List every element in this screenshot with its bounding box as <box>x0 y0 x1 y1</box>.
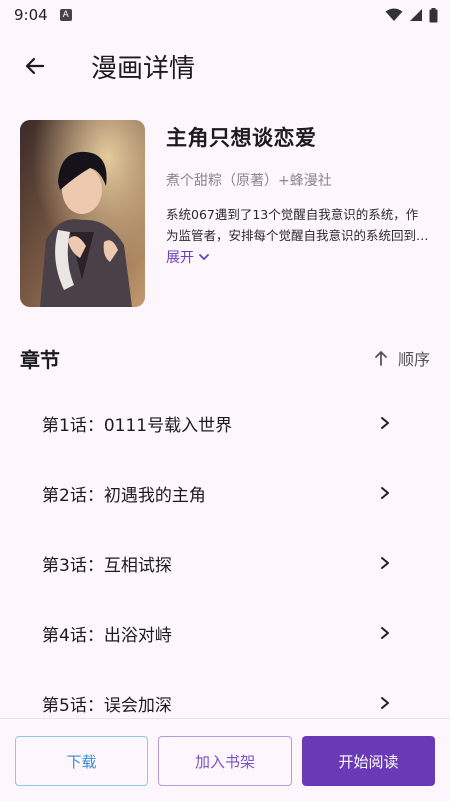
chevron-right-icon <box>381 487 389 499</box>
chapter-label: 第5话：误会加深 <box>42 695 172 716</box>
status-time: 9:04 <box>14 6 48 24</box>
chapter-item[interactable]: 第4话：出浴对峙 <box>0 598 450 668</box>
chevron-down-icon <box>199 254 209 260</box>
chevron-right-icon <box>381 417 389 429</box>
download-button[interactable]: 下载 <box>15 736 148 786</box>
chapter-item[interactable]: 第1话：0111号载入世界 <box>0 388 450 458</box>
chapter-list: 第1话：0111号载入世界 第2话：初遇我的主角 第3话：互相试探 第4话：出浴… <box>0 388 450 738</box>
comic-description: 系统067遇到了13个觉醒自我意识的系统，作为监管者，安排每个觉醒自我意识的系统… <box>166 207 429 243</box>
add-to-shelf-button[interactable]: 加入书架 <box>158 736 292 786</box>
chapter-label: 第1话：0111号载入世界 <box>42 415 233 436</box>
expand-button[interactable]: 展开 <box>166 247 210 267</box>
expand-label: 展开 <box>166 250 194 266</box>
chevron-right-icon <box>381 557 389 569</box>
status-bar: 9:04 A <box>0 0 450 30</box>
page-title: 漫画详情 <box>91 53 196 84</box>
add-to-shelf-label: 加入书架 <box>194 752 255 771</box>
comic-cover-image <box>20 120 145 307</box>
app-bar: 漫画详情 <box>0 36 450 96</box>
signal-icon <box>410 9 422 21</box>
chapter-label: 第2话：初遇我的主角 <box>42 485 206 506</box>
chevron-right-icon <box>381 697 389 709</box>
sort-order-button[interactable]: 顺序 <box>374 346 430 370</box>
chapter-item[interactable]: 第3话：互相试探 <box>0 528 450 598</box>
start-reading-label: 开始阅读 <box>338 752 399 771</box>
chapter-label: 第4话：出浴对峙 <box>42 625 172 646</box>
download-label: 下载 <box>66 752 97 771</box>
chevron-right-icon <box>381 627 389 639</box>
arrow-up-icon <box>375 351 387 366</box>
start-reading-button[interactable]: 开始阅读 <box>302 736 435 786</box>
battery-icon <box>429 7 438 22</box>
comic-author: 煮个甜粽（原著）+蜂漫社 <box>166 173 332 189</box>
arrow-back-icon <box>25 57 45 75</box>
chapter-header: 章节 顺序 <box>20 340 430 376</box>
chapter-item[interactable]: 第2话：初遇我的主角 <box>0 458 450 528</box>
bottom-action-bar: 下载 加入书架 开始阅读 <box>0 718 450 801</box>
wifi-icon <box>385 8 403 21</box>
comic-title: 主角只想谈恋爱 <box>166 126 317 150</box>
chapter-section-title: 章节 <box>20 347 60 372</box>
comic-info: 主角只想谈恋爱 煮个甜粽（原著）+蜂漫社 系统067遇到了13个觉醒自我意识的系… <box>166 120 430 267</box>
chapter-label: 第3话：互相试探 <box>42 555 172 576</box>
sort-order-label: 顺序 <box>397 350 430 369</box>
back-button[interactable] <box>15 46 55 86</box>
notification-a-icon: A <box>59 9 72 21</box>
